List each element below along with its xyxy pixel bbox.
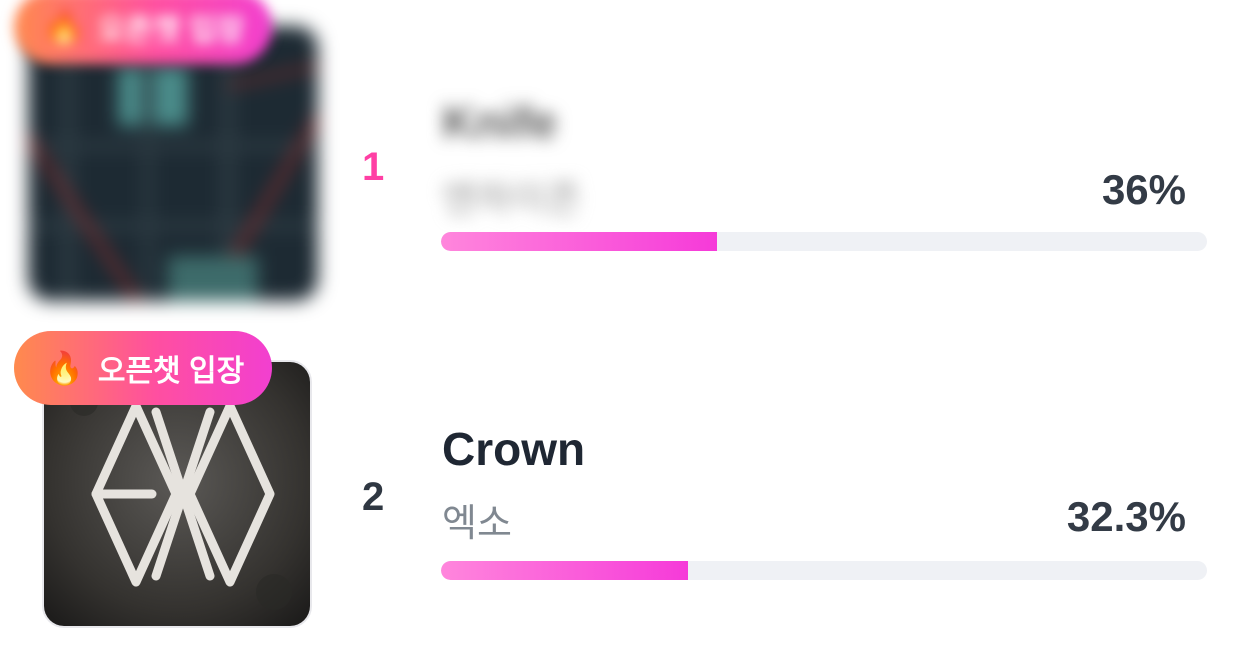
vote-percent: 32.3% — [1066, 493, 1186, 540]
badge-label: 오픈챗 입장 — [97, 355, 245, 388]
artist-name: 엑소 — [442, 503, 512, 545]
fire-icon: 🔥 — [44, 9, 84, 45]
rank-number: 2 — [362, 475, 385, 519]
album-cover-1 — [28, 26, 318, 301]
badge-label: 오픈챗 입장 — [97, 14, 245, 47]
song-title: Crown — [442, 423, 586, 475]
ranking-item-1[interactable]: 🔥 오픈챗 입장 1 Knife 엔하이픈 36% — [0, 0, 1258, 320]
vote-progress-fill — [441, 232, 717, 251]
fire-icon: 🔥 — [44, 350, 84, 386]
rank-number: 1 — [362, 145, 385, 189]
ranking-item-2[interactable]: 🔥 오픈챗 입장 2 Crown 엑소 32.3% — [0, 320, 1258, 649]
open-chat-badge[interactable]: 🔥 오픈챗 입장 — [14, 331, 272, 405]
vote-progress-fill — [441, 561, 689, 580]
vote-progress-bar — [441, 561, 1207, 580]
artist-name: 엔하이픈 — [442, 179, 582, 221]
open-chat-badge[interactable]: 🔥 오픈챗 입장 — [14, 0, 272, 64]
song-title: Knife — [442, 96, 557, 148]
vote-percent: 36% — [1101, 166, 1186, 213]
vote-progress-bar — [441, 232, 1207, 251]
